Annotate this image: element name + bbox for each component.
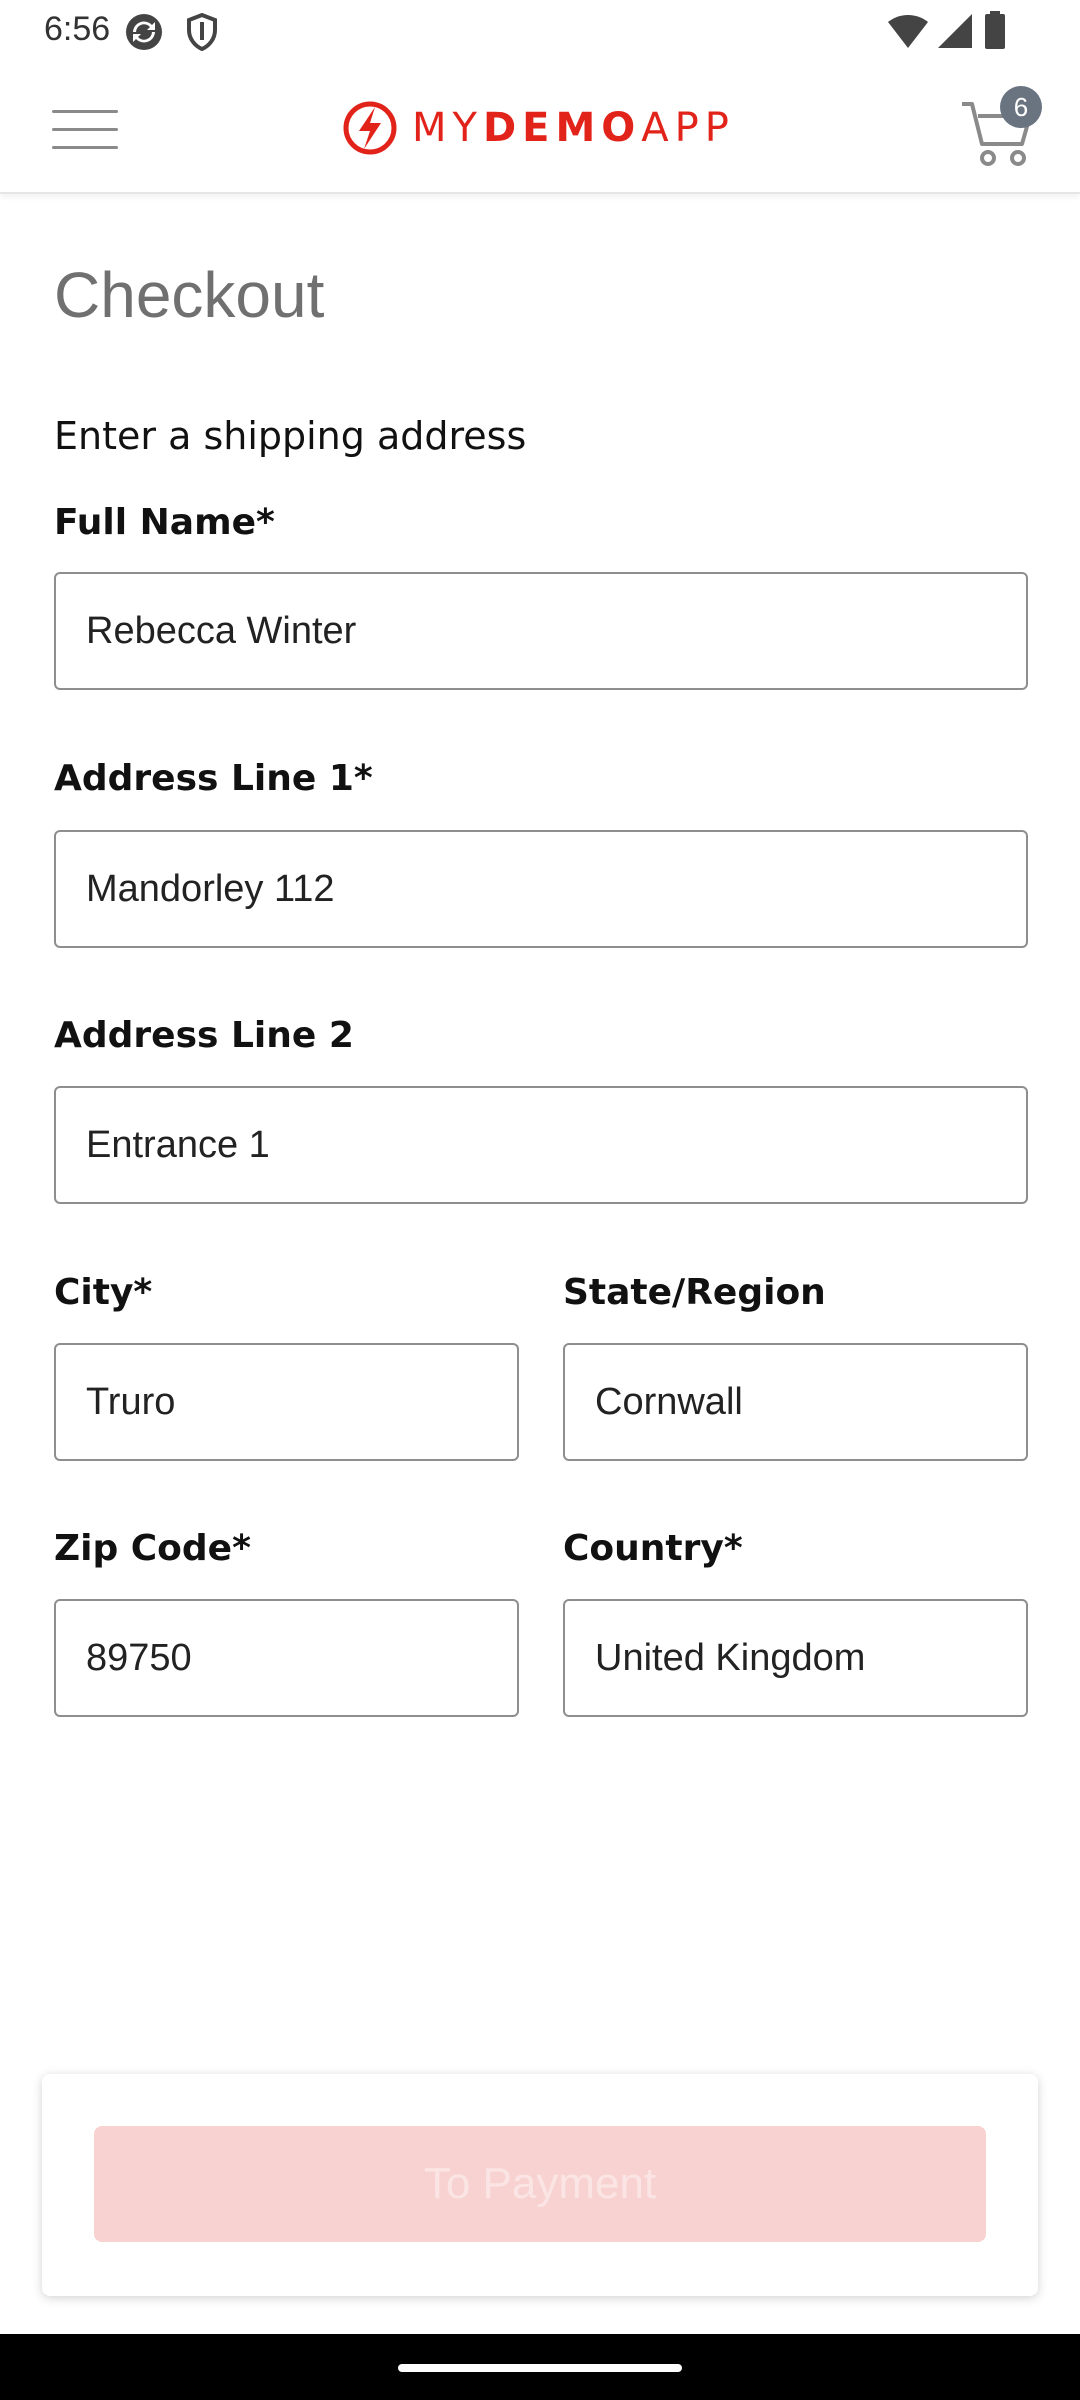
state-region-input[interactable] [563, 1343, 1028, 1461]
logo-text: MYDEMOAPP [412, 105, 735, 151]
menu-icon[interactable] [52, 110, 118, 150]
app-logo: MYDEMOAPP [342, 98, 735, 158]
cart-count-badge: 6 [1000, 86, 1042, 128]
address-line-1-label: Address Line 1* [54, 758, 373, 799]
state-region-label: State/Region [563, 1272, 826, 1313]
country-label: Country* [563, 1528, 743, 1569]
wifi-icon [888, 14, 928, 49]
sync-icon [126, 14, 162, 50]
section-title: Enter a shipping address [54, 414, 527, 458]
shield-icon [187, 12, 217, 52]
status-time: 6:56 [44, 10, 111, 48]
full-name-label: Full Name* [54, 502, 275, 543]
signal-icon [938, 14, 972, 48]
page-title: Checkout [54, 259, 325, 331]
logo-bolt-icon [343, 101, 397, 155]
status-bar: 6:56 [0, 0, 1080, 62]
to-payment-button[interactable]: To Payment [94, 2126, 986, 2242]
address-line-2-label: Address Line 2 [54, 1015, 354, 1056]
app-header: MYDEMOAPP 6 [0, 62, 1080, 194]
address-line-1-input[interactable] [54, 830, 1028, 948]
zip-code-input[interactable] [54, 1599, 519, 1717]
city-input[interactable] [54, 1343, 519, 1461]
payment-footer: To Payment [42, 2074, 1038, 2296]
address-line-2-input[interactable] [54, 1086, 1028, 1204]
battery-icon [985, 11, 1005, 49]
country-input[interactable] [563, 1599, 1028, 1717]
city-label: City* [54, 1272, 153, 1313]
zip-code-label: Zip Code* [54, 1528, 251, 1569]
home-gesture-handle[interactable] [398, 2364, 682, 2372]
navigation-bar [0, 2334, 1080, 2400]
full-name-input[interactable] [54, 572, 1028, 690]
